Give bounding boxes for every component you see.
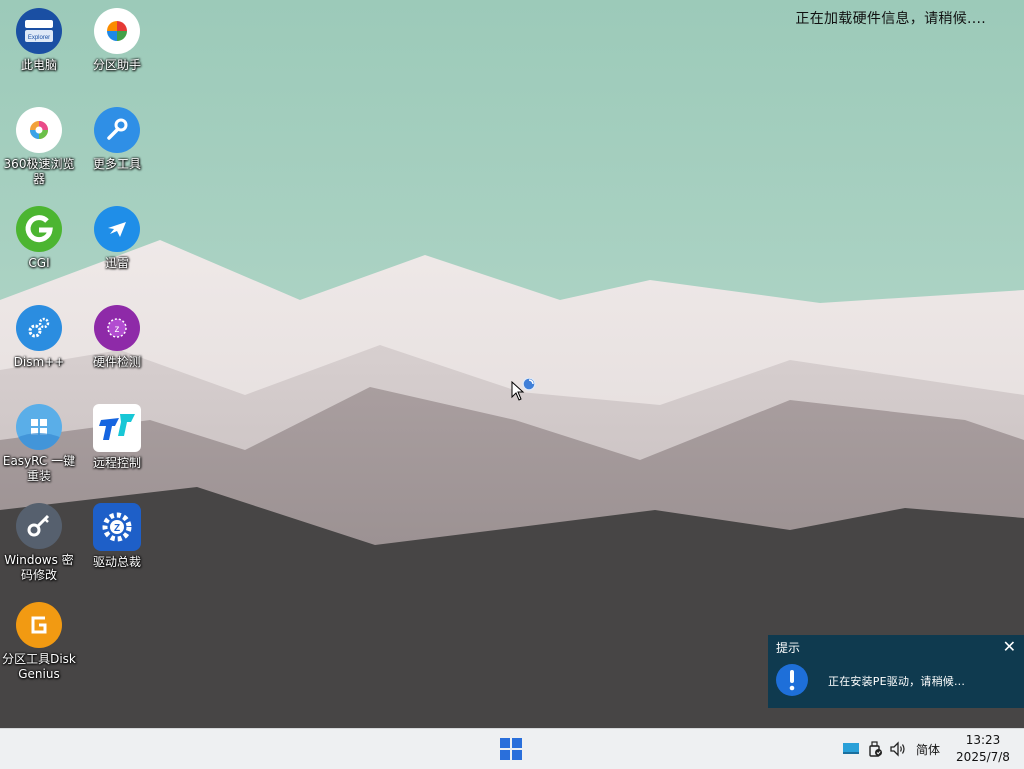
icon-label: 更多工具	[92, 157, 141, 171]
desktop-icon-windows-password[interactable]: Windows 密码修改	[0, 503, 78, 583]
desktop-icon-easyrc[interactable]: EasyRC 一键重装	[0, 404, 78, 484]
volume-icon[interactable]	[889, 741, 907, 757]
explorer-icon: Explorer	[16, 8, 62, 54]
clock[interactable]: 13:23 2025/7/8	[948, 732, 1018, 766]
desktop-icon-driver-president[interactable]: Z 驱动总裁	[78, 503, 156, 570]
thunder-icon	[94, 206, 140, 252]
hardware-detect-icon: z	[94, 305, 140, 351]
start-windows-icon[interactable]	[500, 738, 522, 760]
desktop-icon-partition-assistant[interactable]: 分区助手	[78, 8, 156, 73]
busy-cursor-icon	[511, 378, 536, 401]
driver-gear-icon: Z	[93, 503, 141, 551]
remote-control-icon	[93, 404, 141, 452]
input-method-indicator[interactable]: 简体	[916, 741, 940, 758]
taskbar: 简体 13:23 2025/7/8	[0, 728, 1024, 769]
icon-label: 硬件检测	[92, 355, 141, 369]
svg-text:Z: Z	[114, 523, 120, 534]
icon-label: 分区助手	[92, 58, 141, 72]
partition-assistant-icon	[94, 8, 140, 54]
clock-date: 2025/7/8	[956, 750, 1010, 764]
icon-label: 迅雷	[104, 256, 129, 270]
desktop-icon-dism[interactable]: Dism++	[0, 305, 78, 370]
icon-label: Dism++	[13, 355, 65, 369]
icon-label: 分区工具DiskGenius	[2, 652, 76, 681]
360-browser-icon	[16, 107, 62, 153]
toast-title: 提示	[776, 641, 801, 655]
explorer-badge: Explorer	[28, 35, 50, 41]
icon-label: EasyRC 一键重装	[2, 454, 76, 483]
desktop-icon-thunder[interactable]: 迅雷	[78, 206, 156, 271]
dism-gear-icon	[16, 305, 62, 351]
icon-label: 驱动总裁	[92, 555, 141, 569]
desktop[interactable]: 正在加载硬件信息，请稍候.... Explorer 此电脑 360极速浏览器 C…	[0, 0, 1024, 728]
network-monitor-icon[interactable]	[842, 741, 860, 757]
windows-logo-icon	[16, 404, 62, 450]
icon-label: 此电脑	[20, 58, 57, 72]
cgi-icon	[16, 206, 62, 252]
loading-status-text: 正在加载硬件信息，请稍候....	[795, 11, 986, 27]
icon-label: CGI	[28, 256, 50, 270]
toast-close-button[interactable]: ✕	[1003, 637, 1016, 656]
key-icon	[16, 503, 62, 549]
notification-toast: 提示 ✕ 正在安装PE驱动，请稍候...	[768, 635, 1024, 708]
desktop-icon-cgi[interactable]: CGI	[0, 206, 78, 271]
desktop-icon-this-pc[interactable]: Explorer 此电脑	[0, 8, 78, 73]
wrench-icon	[94, 107, 140, 153]
diskgenius-icon	[16, 602, 62, 648]
exclamation-icon	[776, 664, 808, 696]
svg-text:z: z	[115, 324, 120, 335]
icon-label: 360极速浏览器	[3, 157, 75, 186]
desktop-icon-360-browser[interactable]: 360极速浏览器	[0, 107, 78, 187]
desktop-icon-diskgenius[interactable]: 分区工具DiskGenius	[0, 602, 78, 682]
usb-eject-icon[interactable]	[867, 741, 883, 757]
icon-label: Windows 密码修改	[4, 553, 74, 582]
toast-message: 正在安装PE驱动，请稍候...	[828, 675, 966, 688]
clock-time: 13:23	[965, 733, 1001, 747]
icon-label: 远程控制	[92, 456, 141, 470]
desktop-icon-more-tools[interactable]: 更多工具	[78, 107, 156, 172]
desktop-icon-hardware-detect[interactable]: z 硬件检测	[78, 305, 156, 370]
desktop-icon-remote-control[interactable]: 远程控制	[78, 404, 156, 471]
